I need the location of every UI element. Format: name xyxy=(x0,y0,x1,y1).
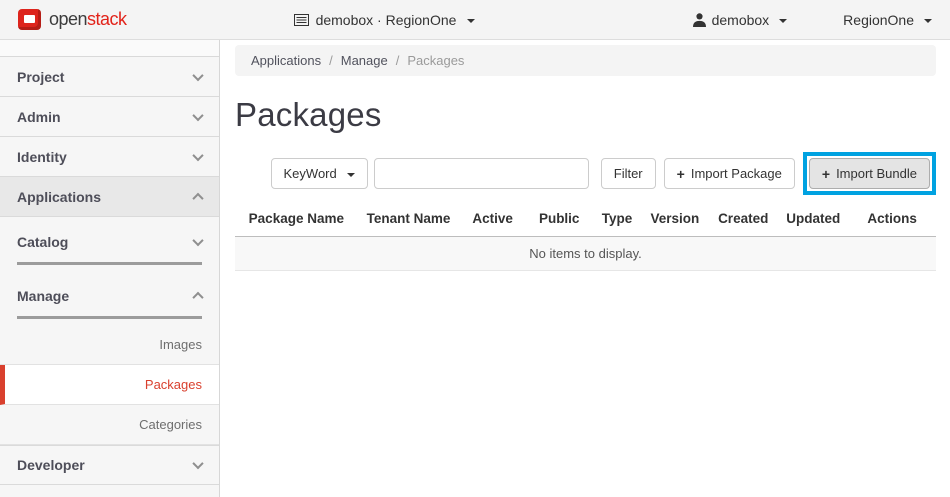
chevron-down-icon xyxy=(192,235,203,246)
brand-text: openstack xyxy=(49,9,127,30)
import-package-label: Import Package xyxy=(691,166,782,181)
user-menu-label: demobox xyxy=(712,12,770,28)
brand-stack-text: stack xyxy=(87,9,127,29)
sidebar-item-label: Identity xyxy=(17,149,67,165)
column-header-version[interactable]: Version xyxy=(642,211,709,226)
caret-down-icon xyxy=(347,173,355,177)
brand-open-text: open xyxy=(49,9,87,29)
sidebar-group-catalog: Catalog xyxy=(0,217,219,265)
column-header-updated[interactable]: Updated xyxy=(778,211,848,226)
focus-highlight-box: + Import Bundle xyxy=(803,152,936,195)
column-header-public[interactable]: Public xyxy=(526,211,593,226)
breadcrumb-manage[interactable]: Manage xyxy=(341,53,388,68)
sidebar-item-images[interactable]: Images xyxy=(0,325,219,365)
column-header-actions[interactable]: Actions xyxy=(848,211,936,226)
empty-table-message: No items to display. xyxy=(235,236,936,271)
table-header-row: Package Name Tenant Name Active Public T… xyxy=(235,203,936,236)
openstack-logo[interactable]: openstack xyxy=(18,9,127,30)
project-switcher-icon xyxy=(294,14,309,26)
import-bundle-label: Import Bundle xyxy=(836,166,917,181)
context-switcher-label: demobox · RegionOne xyxy=(316,12,457,28)
sidebar-group-manage: Manage xyxy=(0,271,219,319)
sidebar-item-catalog[interactable]: Catalog xyxy=(17,222,202,262)
sidebar-item-label: Applications xyxy=(17,189,101,205)
sidebar-item-identity[interactable]: Identity xyxy=(0,137,219,177)
region-menu[interactable]: RegionOne xyxy=(843,12,932,28)
user-menu[interactable]: demobox xyxy=(693,12,788,28)
top-navbar: openstack demobox · RegionOne demobox Re… xyxy=(0,0,950,40)
chevron-up-icon xyxy=(192,192,203,203)
keyword-dropdown-label: KeyWord xyxy=(284,166,337,181)
section-divider xyxy=(17,316,202,319)
section-divider xyxy=(17,262,202,265)
import-package-button[interactable]: + Import Package xyxy=(664,158,795,189)
keyword-dropdown[interactable]: KeyWord xyxy=(271,158,368,189)
page-title: Packages xyxy=(235,96,936,134)
caret-down-icon xyxy=(779,19,787,23)
plus-icon: + xyxy=(822,166,830,182)
column-header-tenant-name[interactable]: Tenant Name xyxy=(358,211,460,226)
caret-down-icon xyxy=(924,19,932,23)
sidebar: Project Admin Identity Applications Cata… xyxy=(0,40,220,497)
packages-table: Package Name Tenant Name Active Public T… xyxy=(235,203,936,271)
search-input[interactable] xyxy=(374,158,589,189)
chevron-down-icon xyxy=(192,109,203,120)
sidebar-spacer xyxy=(0,40,219,57)
plus-icon: + xyxy=(677,166,685,182)
sidebar-item-applications[interactable]: Applications xyxy=(0,177,219,217)
sidebar-item-manage[interactable]: Manage xyxy=(17,276,202,316)
caret-down-icon xyxy=(467,19,475,23)
column-header-active[interactable]: Active xyxy=(459,211,526,226)
sidebar-item-label: Catalog xyxy=(17,234,68,250)
chevron-up-icon xyxy=(192,292,203,303)
sidebar-item-developer[interactable]: Developer xyxy=(0,445,219,485)
sidebar-item-label: Manage xyxy=(17,288,69,304)
project-region-switcher[interactable]: demobox · RegionOne xyxy=(294,12,476,28)
region-menu-label: RegionOne xyxy=(843,12,914,28)
breadcrumb-applications[interactable]: Applications xyxy=(251,53,321,68)
breadcrumb-separator: / xyxy=(329,53,333,68)
breadcrumb: Applications / Manage / Packages xyxy=(235,45,936,76)
import-bundle-button[interactable]: + Import Bundle xyxy=(809,158,930,189)
openstack-cube-icon xyxy=(18,9,41,30)
filter-button[interactable]: Filter xyxy=(601,158,656,189)
user-icon xyxy=(693,13,706,27)
breadcrumb-packages: Packages xyxy=(407,53,464,68)
sidebar-item-admin[interactable]: Admin xyxy=(0,97,219,137)
sidebar-item-categories[interactable]: Categories xyxy=(0,405,219,445)
chevron-down-icon xyxy=(192,149,203,160)
sidebar-item-label: Admin xyxy=(17,109,61,125)
column-header-package-name[interactable]: Package Name xyxy=(235,211,358,226)
sidebar-item-label: Project xyxy=(17,69,64,85)
sidebar-link-label: Packages xyxy=(145,377,202,392)
sidebar-item-packages[interactable]: Packages xyxy=(0,365,219,405)
sidebar-item-label: Developer xyxy=(17,457,85,473)
sidebar-link-label: Images xyxy=(159,337,202,352)
breadcrumb-separator: / xyxy=(396,53,400,68)
column-header-type[interactable]: Type xyxy=(593,211,642,226)
table-toolbar: KeyWord Filter + Import Package + Import… xyxy=(235,152,936,195)
filter-button-label: Filter xyxy=(614,166,643,181)
sidebar-item-project[interactable]: Project xyxy=(0,57,219,97)
chevron-down-icon xyxy=(192,69,203,80)
chevron-down-icon xyxy=(192,458,203,469)
main-content: Applications / Manage / Packages Package… xyxy=(220,40,950,497)
column-header-created[interactable]: Created xyxy=(708,211,778,226)
sidebar-link-label: Categories xyxy=(139,417,202,432)
navbar-right: demobox RegionOne xyxy=(693,12,932,28)
